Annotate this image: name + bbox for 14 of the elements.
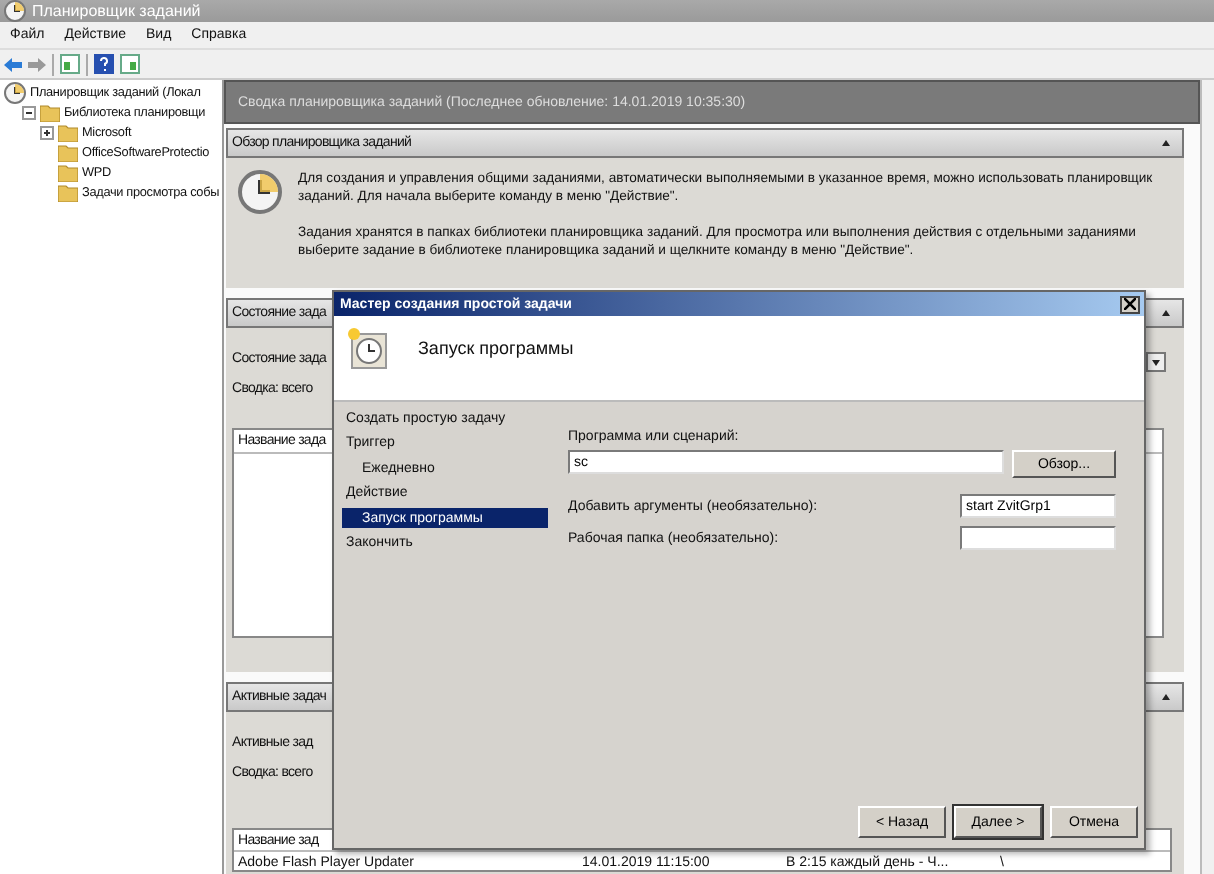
- expand-icon[interactable]: [40, 125, 54, 139]
- input-field[interactable]: [960, 526, 1116, 550]
- collapse-icon[interactable]: [1160, 691, 1172, 703]
- window-title: Планировщик заданий: [32, 2, 201, 20]
- page-heading: Запуск программы: [418, 338, 574, 358]
- back-arrow-icon[interactable]: [4, 55, 22, 73]
- scheduler-clock-icon: [346, 326, 390, 370]
- collapse-icon[interactable]: [22, 105, 36, 119]
- close-button[interactable]: [1120, 295, 1140, 313]
- collapse-icon[interactable]: [1160, 137, 1172, 149]
- clock-icon: [238, 170, 282, 214]
- collapse-icon[interactable]: [1160, 307, 1172, 319]
- panel-icon[interactable]: [60, 54, 80, 74]
- help-icon[interactable]: [94, 54, 114, 74]
